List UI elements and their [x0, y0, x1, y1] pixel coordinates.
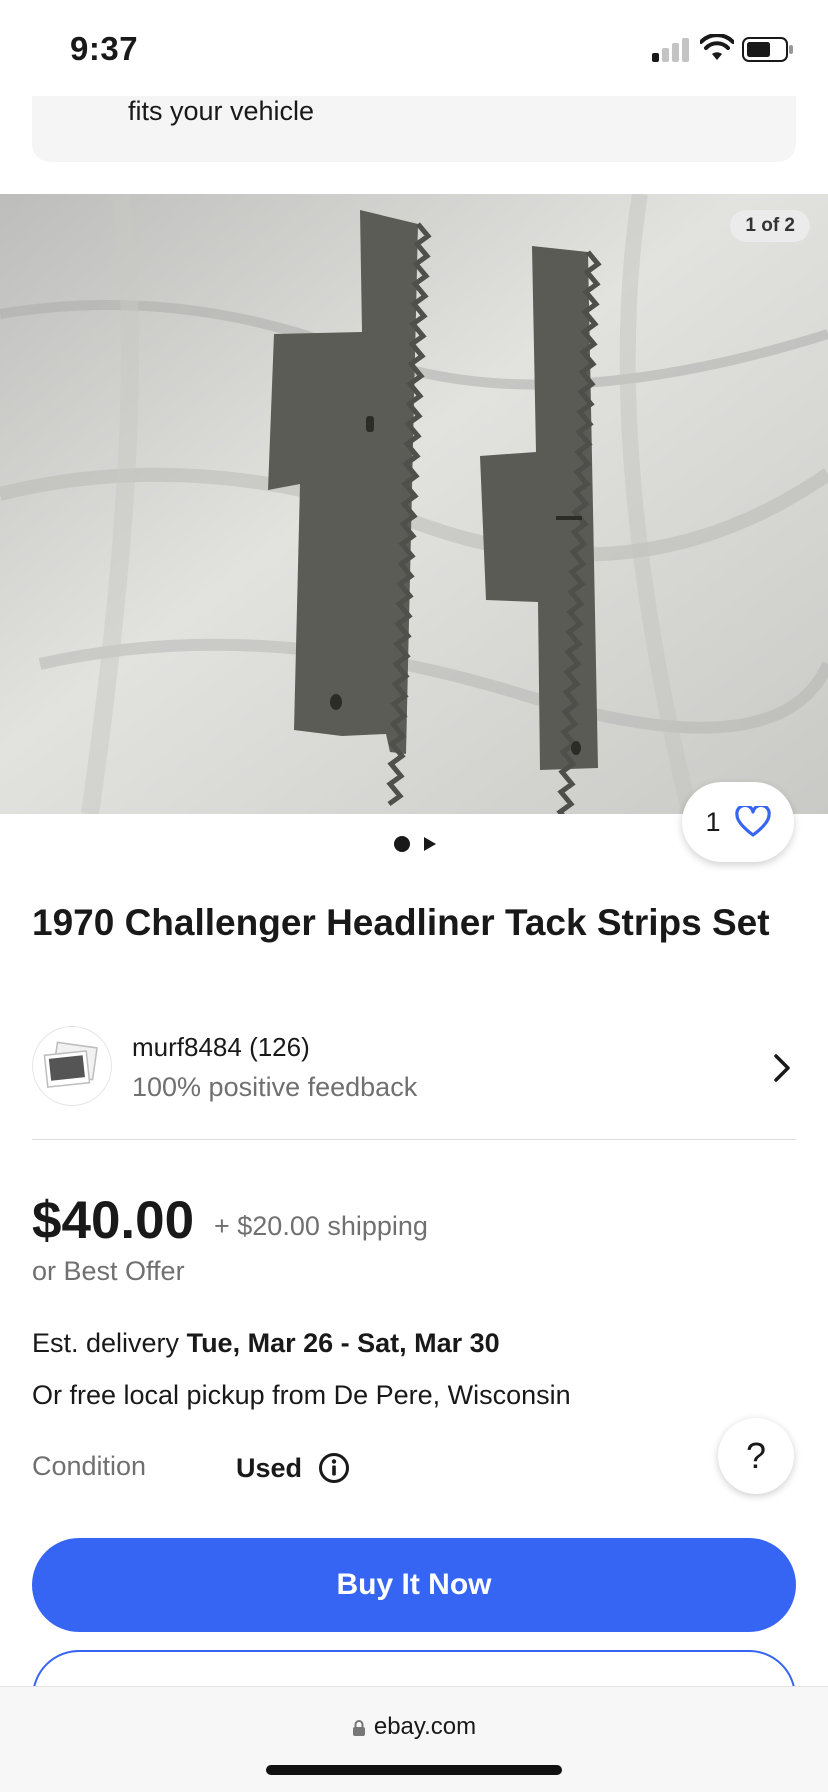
seller-feedback: 100% positive feedback: [132, 1072, 418, 1102]
play-video-icon[interactable]: [424, 837, 436, 851]
lock-icon: [352, 1719, 365, 1736]
fitment-text: fits your vehicle: [128, 96, 315, 126]
image-dot-active[interactable]: [394, 836, 410, 852]
condition-label: Condition: [32, 1451, 147, 1481]
watch-count: 1: [705, 806, 721, 837]
item-price: $40.00: [32, 1191, 195, 1250]
status-bar: 9:37: [0, 0, 828, 96]
seller-avatar: [32, 1026, 112, 1106]
image-pagination[interactable]: [394, 836, 436, 852]
divider: [32, 1139, 796, 1140]
help-button[interactable]: ?: [718, 1418, 794, 1494]
condition-value: Used: [236, 1453, 303, 1483]
delivery-label: Est. delivery: [32, 1328, 180, 1358]
heart-icon: [734, 806, 771, 837]
battery-icon: [742, 37, 793, 62]
chevron-right-icon: [774, 1054, 790, 1082]
estimated-delivery: Est. delivery Tue, Mar 26 - Sat, Mar 30: [32, 1328, 500, 1359]
best-offer-text: or Best Offer: [32, 1256, 185, 1286]
tack-strips-photo: [0, 194, 828, 814]
local-pickup: Or free local pickup from De Pere, Wisco…: [32, 1380, 571, 1410]
delivery-dates: Tue, Mar 26 - Sat, Mar 30: [186, 1328, 500, 1358]
seller-name: murf8484 (126): [132, 1032, 310, 1062]
buy-it-now-button[interactable]: Buy It Now: [32, 1538, 796, 1632]
url-display[interactable]: ebay.com: [0, 1713, 828, 1741]
shipping-cost: + $20.00 shipping: [214, 1211, 428, 1241]
image-counter: 1 of 2: [730, 210, 810, 242]
watch-button[interactable]: 1: [682, 782, 794, 862]
listing-image[interactable]: 1 of 2: [0, 194, 828, 814]
info-icon[interactable]: [318, 1452, 350, 1484]
listing-title: 1970 Challenger Headliner Tack Strips Se…: [32, 902, 770, 943]
wifi-icon: [700, 34, 734, 60]
status-time: 9:37: [70, 30, 139, 67]
url-text: ebay.com: [373, 1713, 477, 1740]
vehicle-fitment-card[interactable]: fits your vehicle: [32, 96, 796, 162]
browser-address-bar[interactable]: ebay.com: [0, 1686, 828, 1792]
seller-info-row[interactable]: murf8484 (126) 100% positive feedback: [32, 1026, 796, 1112]
cellular-signal-icon: [652, 38, 692, 62]
home-indicator[interactable]: [266, 1765, 562, 1775]
